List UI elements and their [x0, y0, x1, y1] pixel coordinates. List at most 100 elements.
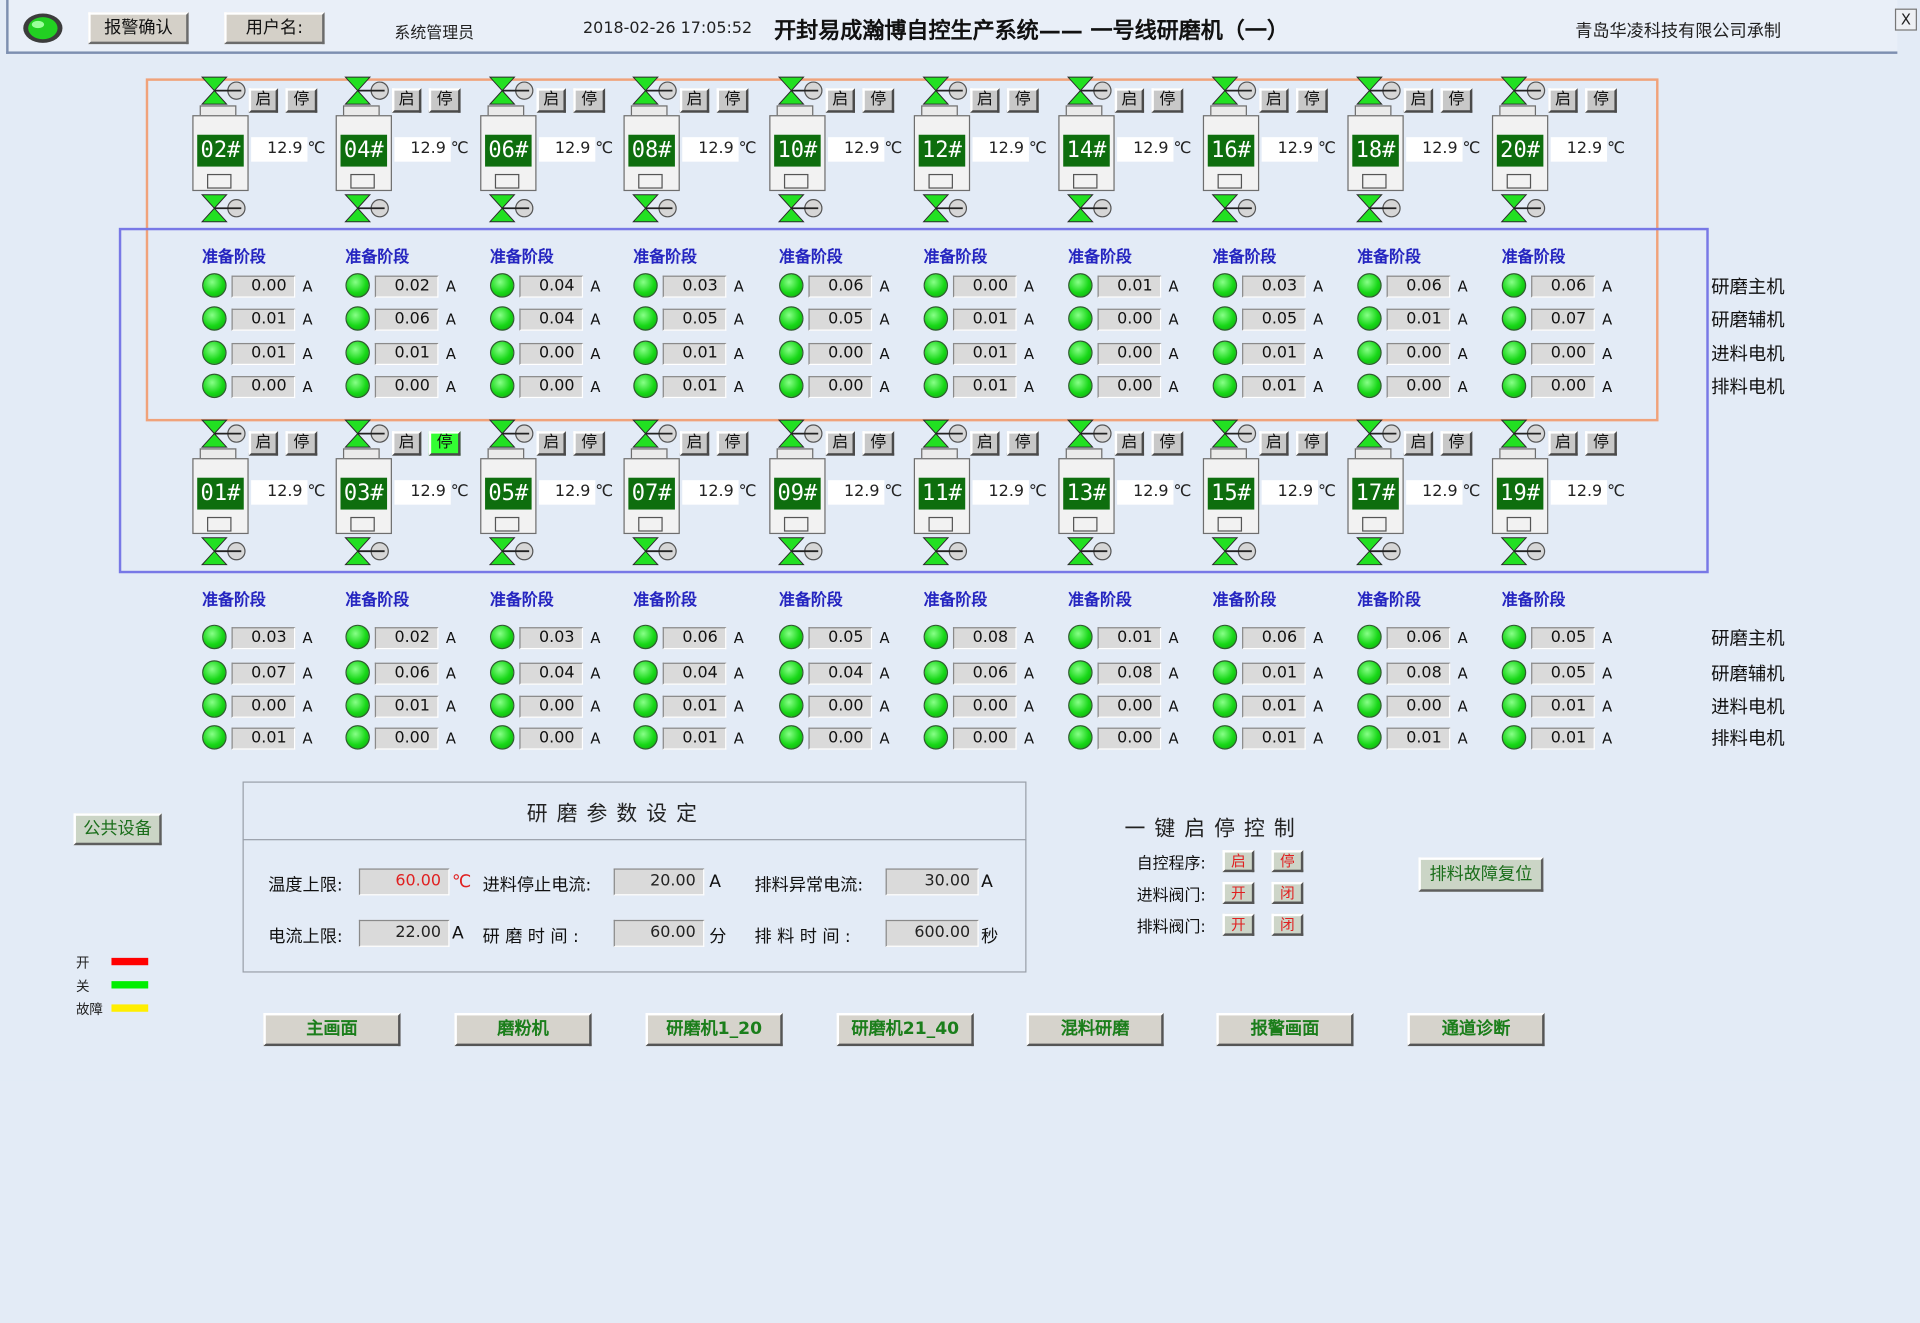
current-unit: A — [1313, 665, 1324, 683]
mill-start-button[interactable]: 启 — [248, 431, 279, 456]
mill-stop-button[interactable]: 停 — [1440, 431, 1473, 456]
stage-label: 准备阶段 — [1068, 591, 1132, 611]
mill-stop-button[interactable]: 停 — [1006, 431, 1039, 456]
mill-stop-button[interactable]: 停 — [1585, 431, 1617, 456]
mill-id-label[interactable]: 18# — [1352, 134, 1399, 167]
auto-stop-button[interactable]: 停 — [1271, 850, 1304, 873]
mill-id-label[interactable]: 17# — [1352, 477, 1399, 510]
nav-alarm-button[interactable]: 报警画面 — [1216, 1012, 1354, 1047]
mill-start-button[interactable]: 启 — [536, 88, 566, 113]
current-limit-input[interactable]: 22.00 — [358, 919, 450, 947]
mill-stop-button[interactable]: 停 — [573, 431, 606, 456]
mill-start-button[interactable]: 启 — [1259, 88, 1289, 113]
mill-stop-button[interactable]: 停 — [1295, 88, 1328, 113]
mill-start-button[interactable]: 启 — [825, 431, 855, 456]
mill-start-button[interactable]: 启 — [536, 431, 566, 456]
mill-stop-button[interactable]: 停 — [428, 431, 461, 456]
mill-start-button[interactable]: 启 — [1114, 88, 1145, 113]
mill-stop-button[interactable]: 停 — [862, 88, 895, 113]
mill-stop-button[interactable]: 停 — [285, 88, 318, 113]
current-unit: A — [1168, 311, 1179, 329]
feed-stop-current-input[interactable]: 20.00 — [613, 868, 705, 896]
mill-stop-button[interactable]: 停 — [1006, 88, 1039, 113]
mill-start-button[interactable]: 启 — [391, 431, 422, 456]
mill-id-label[interactable]: 06# — [485, 134, 532, 167]
temp-unit: ℃ — [1173, 139, 1192, 159]
nav-main-button[interactable]: 主画面 — [263, 1012, 401, 1047]
nav-diagnostics-button[interactable]: 通道诊断 — [1407, 1012, 1545, 1047]
mill-id-label[interactable]: 09# — [774, 477, 821, 510]
mill-stop-button[interactable]: 停 — [1151, 88, 1184, 113]
mill-id-label[interactable]: 10# — [774, 134, 821, 167]
one-key-title: 一 键 启 停 控 制 — [1124, 817, 1296, 842]
mill-start-button[interactable]: 启 — [1403, 431, 1434, 456]
mill-id-label[interactable]: 16# — [1207, 134, 1255, 167]
mill-stop-button[interactable]: 停 — [285, 431, 318, 456]
discharge-time-input[interactable]: 600.00 — [885, 919, 979, 947]
temp-limit-unit: ℃ — [451, 872, 472, 892]
mill-id-label[interactable]: 15# — [1207, 477, 1255, 510]
public-equipment-button[interactable]: 公共设备 — [73, 813, 162, 846]
mill-stop-button[interactable]: 停 — [862, 431, 895, 456]
mill-id-label[interactable]: 02# — [197, 134, 244, 167]
mill-stop-button[interactable]: 停 — [573, 88, 606, 113]
mill-id-label[interactable]: 07# — [628, 477, 675, 510]
temp-unit: ℃ — [307, 139, 326, 159]
nav-mills-1-20-button[interactable]: 研磨机1_20 — [645, 1012, 783, 1047]
temp-limit-input[interactable]: 60.00 — [358, 868, 450, 896]
feed-open-button[interactable]: 开 — [1222, 881, 1255, 904]
mill-id-label[interactable]: 19# — [1496, 477, 1544, 510]
auto-start-button[interactable]: 启 — [1222, 850, 1255, 873]
row-name-label: 排料电机 — [1711, 727, 1785, 750]
motor-status-indicator — [1501, 340, 1527, 366]
mill-start-button[interactable]: 启 — [970, 88, 1000, 113]
mill-start-button[interactable]: 启 — [1259, 431, 1289, 456]
grind-time-input[interactable]: 60.00 — [613, 919, 705, 947]
mill-start-button[interactable]: 启 — [1114, 431, 1145, 456]
mill-stop-button[interactable]: 停 — [716, 88, 749, 113]
mill-stop-button[interactable]: 停 — [1295, 431, 1328, 456]
mill-stop-button[interactable]: 停 — [428, 88, 461, 113]
discharge-abnormal-input[interactable]: 30.00 — [885, 868, 979, 896]
mill-id-label[interactable]: 01# — [197, 477, 244, 510]
mill-start-button[interactable]: 启 — [1548, 431, 1578, 456]
mill-stop-button[interactable]: 停 — [716, 431, 749, 456]
nav-mills-21-40-button[interactable]: 研磨机21_40 — [836, 1012, 974, 1047]
mill-start-button[interactable]: 启 — [970, 431, 1000, 456]
mill-id-label[interactable]: 13# — [1063, 477, 1110, 510]
grind-time-label: 研 磨 时 间 : — [482, 927, 579, 947]
discharge-open-button[interactable]: 开 — [1222, 913, 1255, 936]
mill-start-button[interactable]: 启 — [1403, 88, 1434, 113]
mill-start-button[interactable]: 启 — [679, 88, 710, 113]
nav-pulverizer-button[interactable]: 磨粉机 — [454, 1012, 592, 1047]
current-unit: A — [590, 629, 601, 647]
mill-start-button[interactable]: 启 — [825, 88, 855, 113]
mill-start-button[interactable]: 启 — [1548, 88, 1578, 113]
current-unit: A — [445, 665, 456, 683]
nav-mix-grind-button[interactable]: 混料研磨 — [1026, 1012, 1164, 1047]
mill-id-label[interactable]: 05# — [485, 477, 532, 510]
mill-start-button[interactable]: 启 — [679, 431, 710, 456]
mill-temperature: 12.9 — [1261, 137, 1318, 162]
mill-id-label[interactable]: 12# — [918, 134, 966, 167]
mill-start-button[interactable]: 启 — [391, 88, 422, 113]
user-label-button[interactable]: 用户名: — [224, 12, 325, 45]
discharge-close-button[interactable]: 闭 — [1271, 913, 1304, 936]
mill-stop-button[interactable]: 停 — [1440, 88, 1473, 113]
alarm-ack-button[interactable]: 报警确认 — [88, 12, 189, 45]
feed-close-button[interactable]: 闭 — [1271, 881, 1304, 904]
mill-start-button[interactable]: 启 — [248, 88, 279, 113]
mill-id-label[interactable]: 20# — [1496, 134, 1544, 167]
mill-id-label[interactable]: 04# — [340, 134, 388, 167]
mill-stop-button[interactable]: 停 — [1585, 88, 1617, 113]
mill-id-label[interactable]: 14# — [1063, 134, 1110, 167]
discharge-fault-reset-button[interactable]: 排料故障复位 — [1418, 857, 1544, 892]
mill-id-label[interactable]: 03# — [340, 477, 388, 510]
mill-id-label[interactable]: 08# — [628, 134, 675, 167]
mill-id-label[interactable]: 11# — [918, 477, 966, 510]
motor-current-value: 0.00 — [231, 695, 296, 718]
current-unit: A — [1313, 730, 1324, 748]
motor-current-value: 0.05 — [1531, 627, 1595, 650]
mill-stop-button[interactable]: 停 — [1151, 431, 1184, 456]
close-button[interactable]: X — [1894, 8, 1917, 31]
